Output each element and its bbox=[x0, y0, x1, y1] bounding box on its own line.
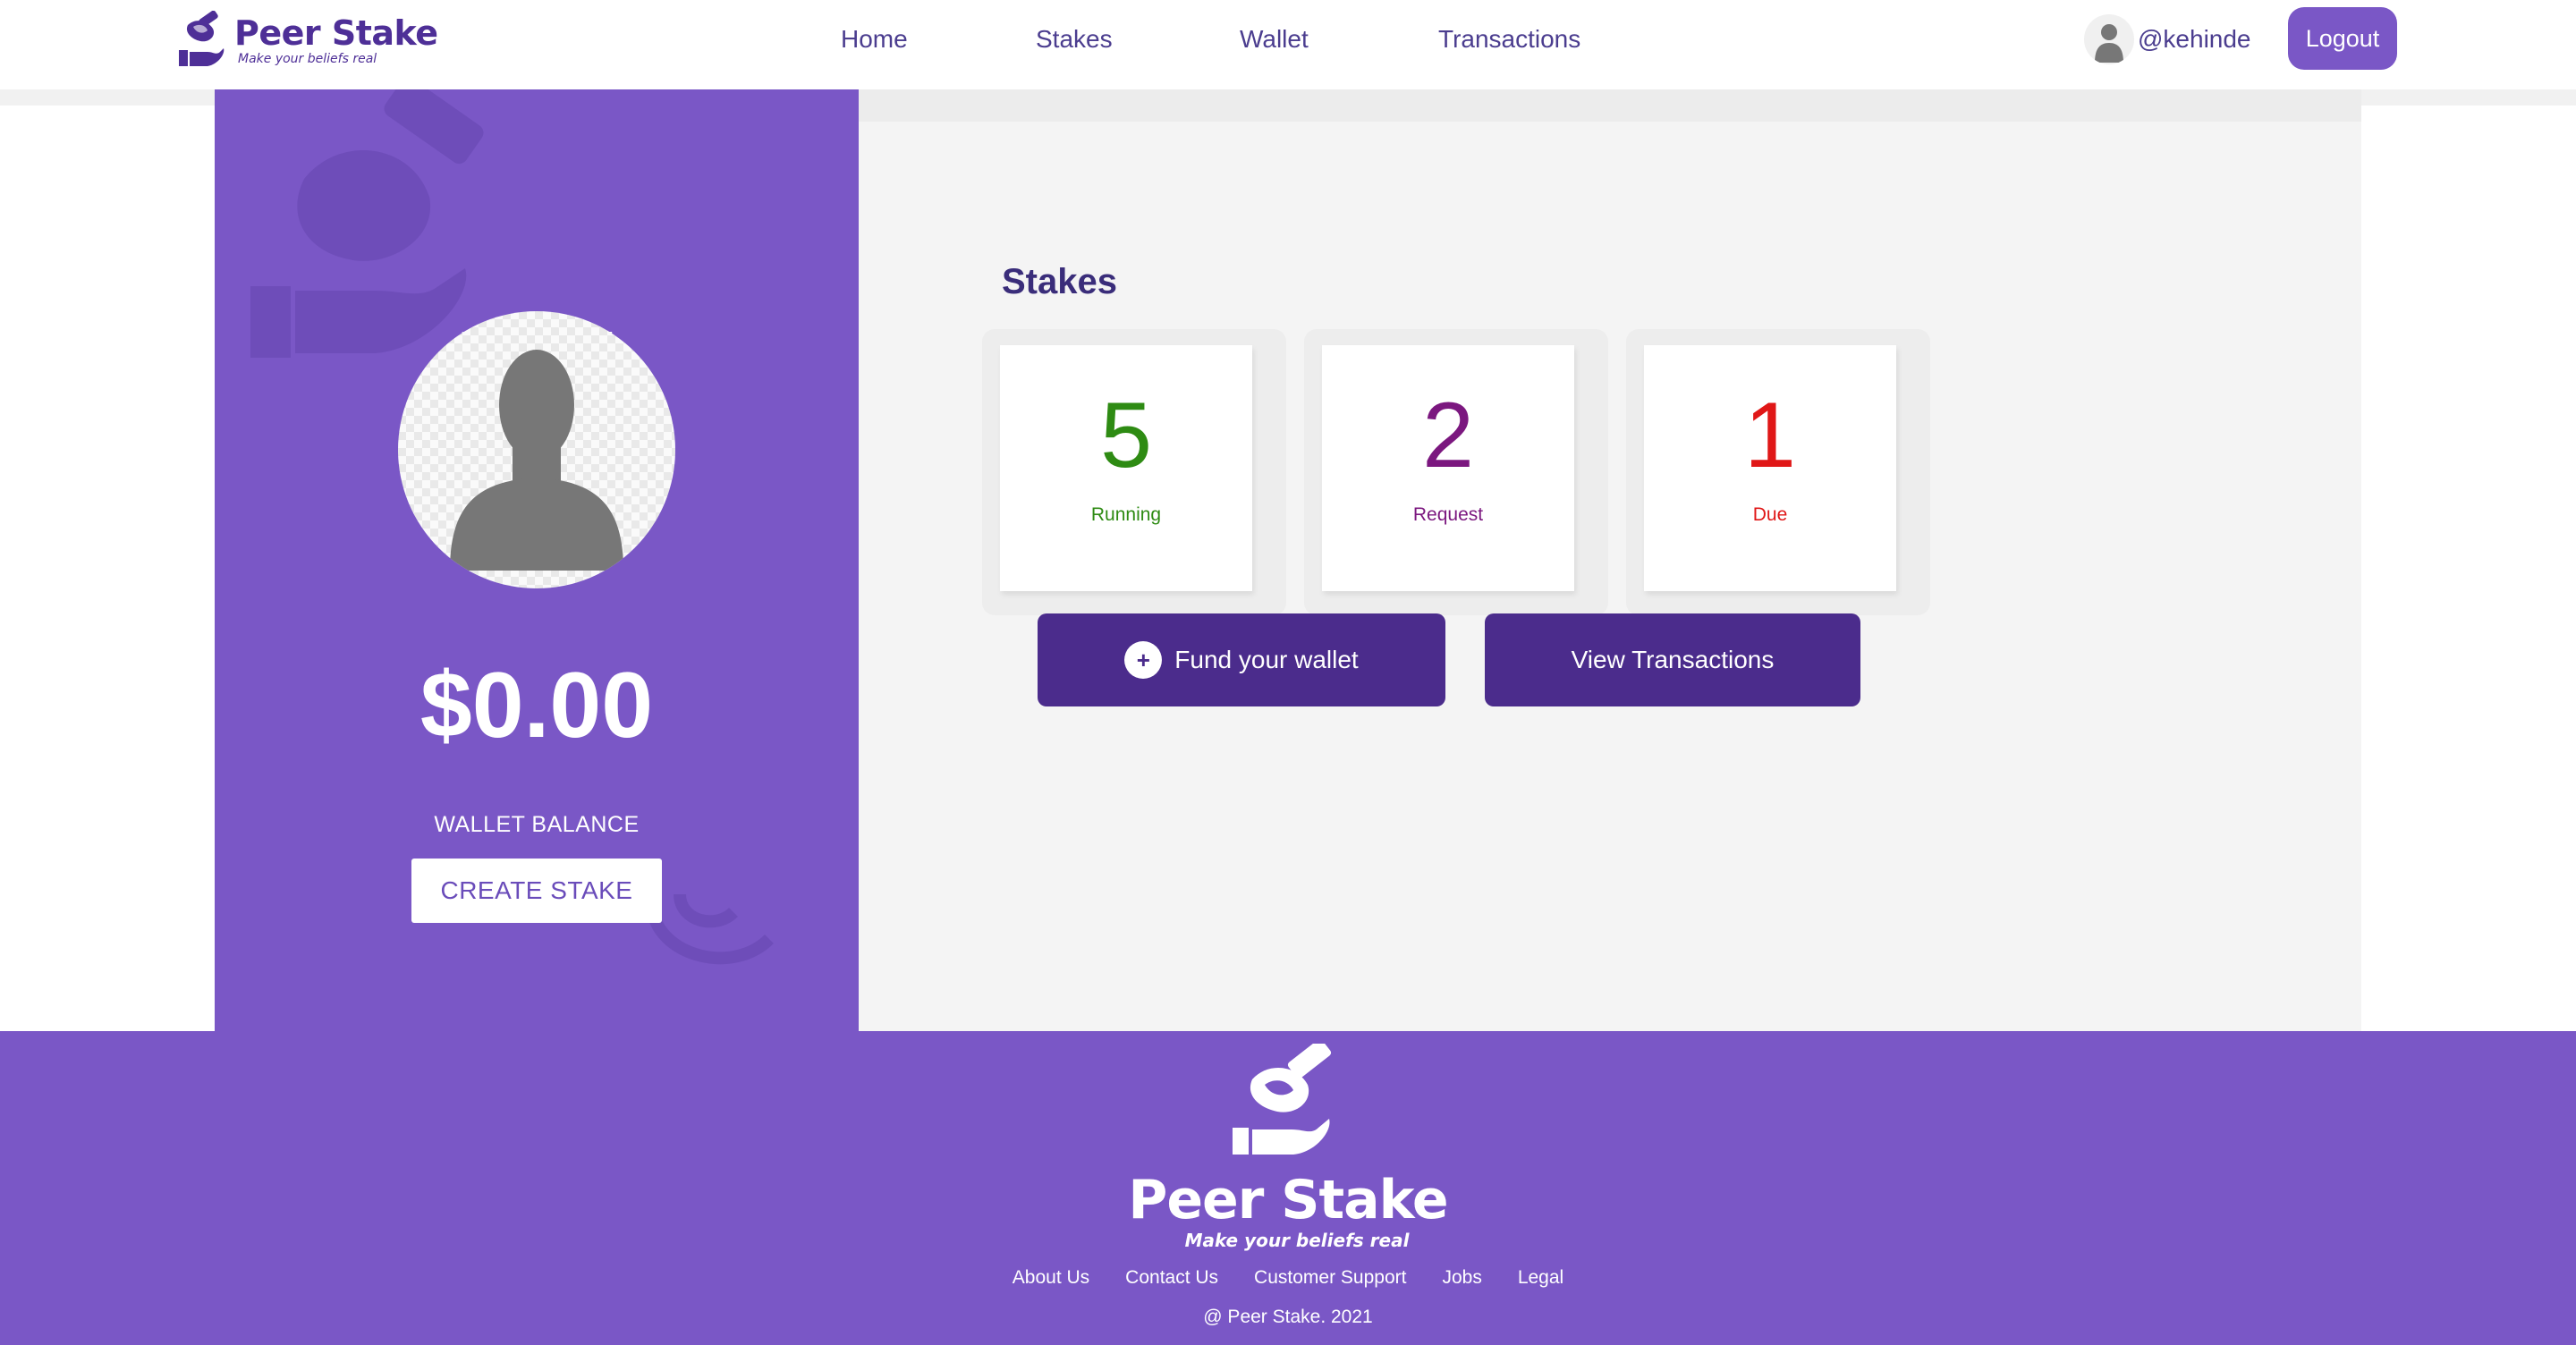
nav-home[interactable]: Home bbox=[841, 23, 1036, 55]
user-avatar-icon bbox=[2084, 14, 2134, 64]
fund-wallet-label: Fund your wallet bbox=[1174, 646, 1359, 673]
footer-handshake-logo-icon bbox=[1233, 1044, 1332, 1155]
view-transactions-label: View Transactions bbox=[1571, 646, 1775, 673]
due-label: Due bbox=[1752, 504, 1788, 525]
profile-panel: KEHINDE $0.00 WALLET BALANCE CREATE STAK… bbox=[215, 89, 859, 1031]
main-nav: Home Stakes Wallet Transactions bbox=[841, 23, 1580, 55]
username: @kehinde bbox=[2138, 25, 2251, 53]
copyright: @ Peer Stake. 2021 bbox=[1203, 1307, 1373, 1327]
handshake-logo-icon bbox=[179, 11, 225, 66]
hand-watermark-icon bbox=[647, 893, 774, 965]
request-label: Request bbox=[1412, 504, 1484, 525]
footer-title: Peer Stake bbox=[1128, 1169, 1448, 1231]
wallet-balance-amount: $0.00 bbox=[419, 654, 654, 757]
profile-photo[interactable] bbox=[398, 311, 675, 588]
footer-link-legal[interactable]: Legal bbox=[1518, 1267, 1563, 1289]
plus-circle-icon: + bbox=[1124, 641, 1163, 679]
navbar: Peer Stake Make your beliefs real Home S… bbox=[0, 0, 2576, 89]
footer-link-jobs[interactable]: Jobs bbox=[1442, 1267, 1481, 1289]
stat-card-running[interactable]: 5 Running bbox=[982, 329, 1286, 615]
running-count: 5 bbox=[1100, 384, 1152, 487]
nav-wallet[interactable]: Wallet bbox=[1240, 23, 1438, 55]
logout-button[interactable]: Logout bbox=[2288, 7, 2397, 70]
logo[interactable]: Peer Stake Make your beliefs real bbox=[177, 11, 438, 70]
footer-link-about[interactable]: About Us bbox=[1013, 1267, 1089, 1289]
stat-card-due[interactable]: 1 Due bbox=[1626, 329, 1930, 615]
nav-transactions[interactable]: Transactions bbox=[1438, 23, 1580, 55]
footer: Peer Stake Make your beliefs real About … bbox=[0, 1031, 2576, 1345]
footer-link-support[interactable]: Customer Support bbox=[1254, 1267, 1406, 1289]
view-transactions-button[interactable]: View Transactions bbox=[1485, 613, 1860, 706]
page: Peer Stake Make your beliefs real Home S… bbox=[0, 0, 2576, 1345]
request-count: 2 bbox=[1422, 384, 1474, 487]
footer-nav: About Us Contact Us Customer Support Job… bbox=[0, 1267, 2576, 1289]
footer-link-contact[interactable]: Contact Us bbox=[1125, 1267, 1218, 1289]
create-stake-button[interactable]: CREATE STAKE bbox=[411, 859, 662, 923]
logo-title: Peer Stake bbox=[234, 13, 438, 53]
fund-wallet-button[interactable]: + Fund your wallet bbox=[1038, 613, 1445, 706]
due-count: 1 bbox=[1744, 384, 1796, 487]
main-content: Stakes 5 Running 2 Request 1 Due + Fund … bbox=[859, 89, 2361, 1031]
avatar-silhouette-icon bbox=[450, 350, 623, 571]
logo-tagline: Make your beliefs real bbox=[238, 52, 377, 66]
wallet-balance-label: WALLET BALANCE bbox=[434, 812, 640, 837]
nav-stakes[interactable]: Stakes bbox=[1036, 23, 1240, 55]
main-top-strip bbox=[859, 89, 2361, 122]
running-label: Running bbox=[1090, 504, 1162, 525]
stat-card-request[interactable]: 2 Request bbox=[1304, 329, 1608, 615]
stakes-heading: Stakes bbox=[1002, 262, 1117, 301]
user-menu[interactable]: @kehinde bbox=[2084, 14, 2251, 64]
footer-tagline: Make your beliefs real bbox=[1184, 1230, 1410, 1251]
